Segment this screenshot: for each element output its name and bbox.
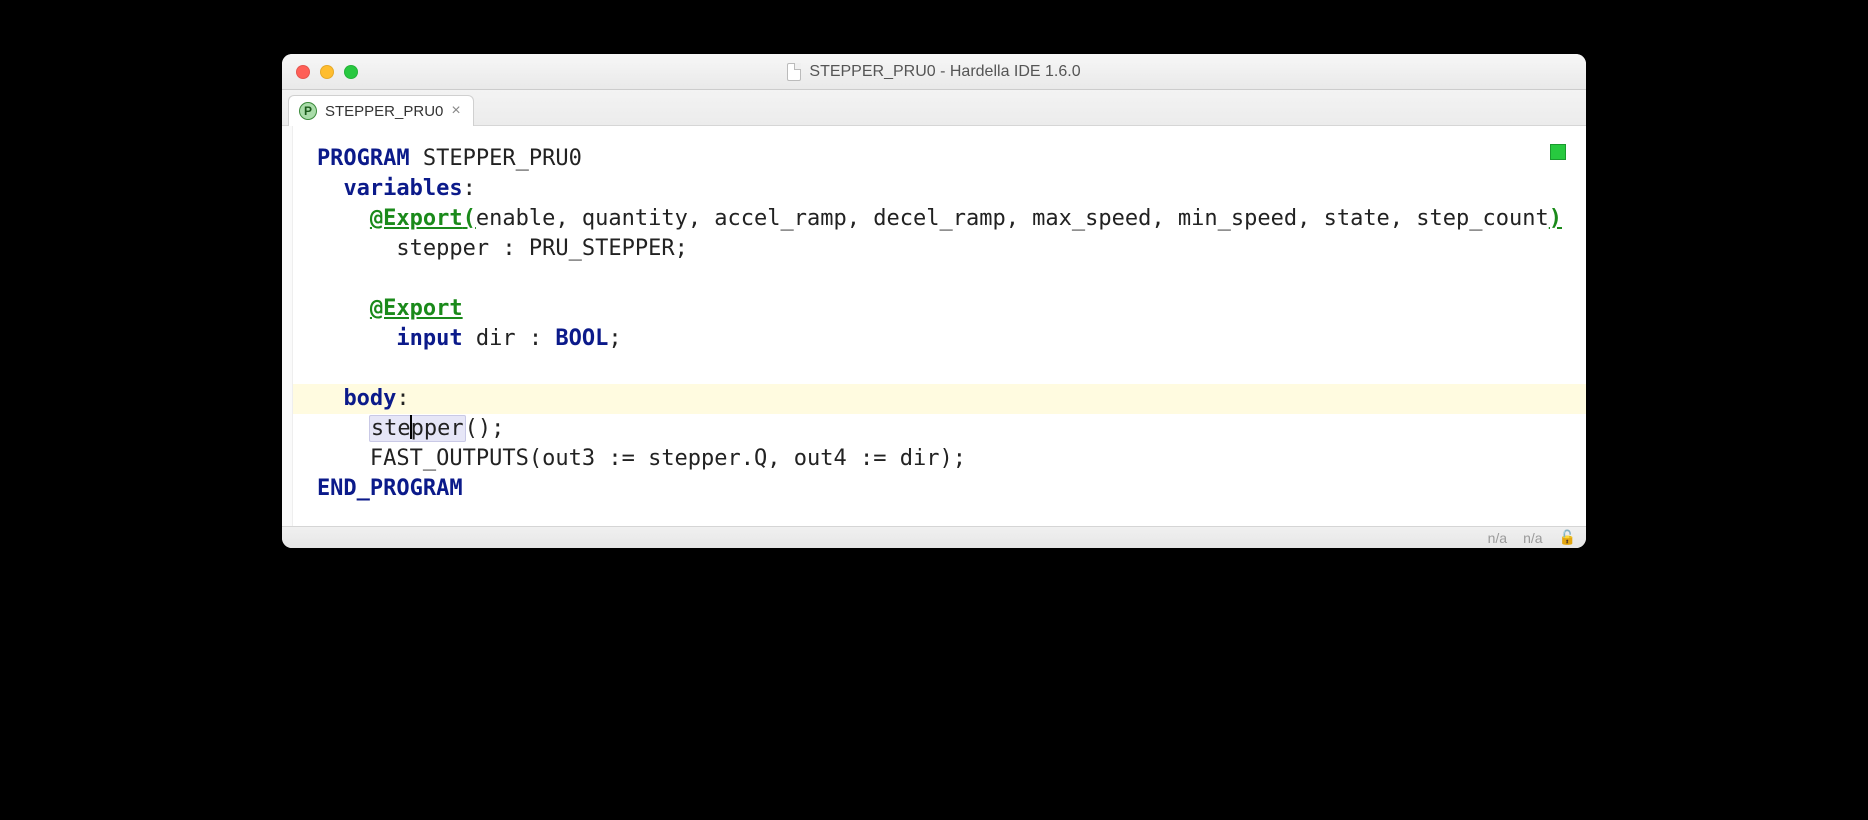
close-window-button[interactable] xyxy=(296,65,310,79)
status-na-1: n/a xyxy=(1488,530,1507,546)
tab-stepper-pru0[interactable]: P STEPPER_PRU0 × xyxy=(288,95,474,126)
code-content: PROGRAM STEPPER_PRU0 variables: @Export(… xyxy=(317,144,1562,504)
status-bar: n/a n/a 🔓 xyxy=(282,526,1586,548)
editor-workspace: PROGRAM STEPPER_PRU0 variables: @Export(… xyxy=(282,126,1586,526)
lock-icon[interactable]: 🔓 xyxy=(1559,529,1576,546)
tab-label: STEPPER_PRU0 xyxy=(325,103,443,120)
tab-bar: P STEPPER_PRU0 × xyxy=(282,90,1586,126)
minimize-window-button[interactable] xyxy=(320,65,334,79)
window-controls xyxy=(282,65,358,79)
code-editor[interactable]: PROGRAM STEPPER_PRU0 variables: @Export(… xyxy=(293,126,1586,526)
window-title-text: STEPPER_PRU0 - Hardella IDE 1.6.0 xyxy=(809,63,1080,81)
ide-window: STEPPER_PRU0 - Hardella IDE 1.6.0 P STEP… xyxy=(282,54,1586,548)
window-title: STEPPER_PRU0 - Hardella IDE 1.6.0 xyxy=(282,63,1586,81)
zoom-window-button[interactable] xyxy=(344,65,358,79)
program-icon: P xyxy=(299,102,317,120)
titlebar: STEPPER_PRU0 - Hardella IDE 1.6.0 xyxy=(282,54,1586,90)
close-tab-icon[interactable]: × xyxy=(451,102,460,120)
status-na-2: n/a xyxy=(1523,530,1542,546)
editor-gutter xyxy=(282,126,293,526)
file-icon xyxy=(787,63,801,81)
